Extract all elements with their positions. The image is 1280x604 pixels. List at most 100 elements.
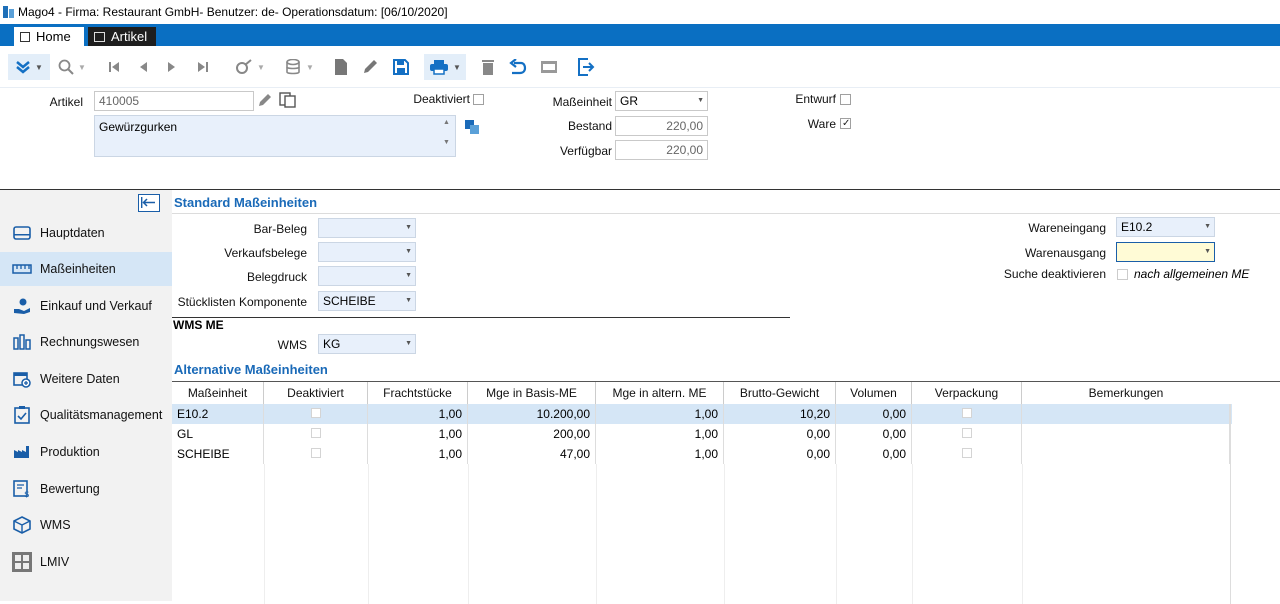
cell-masseinheit: SCHEIBE bbox=[172, 444, 264, 464]
svg-text:$: $ bbox=[24, 490, 30, 498]
wms-select[interactable]: KG ▼ bbox=[318, 334, 416, 354]
row-checkbox[interactable] bbox=[962, 448, 972, 458]
cell-brutto: 10,20 bbox=[724, 404, 836, 424]
deaktiviert-label: Deaktiviert bbox=[413, 92, 470, 106]
alternative-units-table: Maßeinheit Deaktiviert Frachtstücke Mge … bbox=[172, 381, 1280, 604]
artikel-field[interactable]: 410005 bbox=[94, 91, 254, 111]
stueckliste-select[interactable]: SCHEIBE ▼ bbox=[318, 291, 416, 311]
row-checkbox[interactable] bbox=[962, 408, 972, 418]
row-checkbox[interactable] bbox=[311, 408, 321, 418]
row-checkbox[interactable] bbox=[962, 428, 972, 438]
table-row[interactable]: GL 1,00 200,00 1,00 0,00 0,00 bbox=[172, 424, 1232, 444]
sidebar-item-wms[interactable]: WMS bbox=[0, 508, 172, 542]
next-record-button[interactable] bbox=[162, 54, 182, 80]
column-header[interactable]: Volumen bbox=[836, 382, 912, 404]
ware-checkbox[interactable] bbox=[840, 118, 851, 129]
wms-value: KG bbox=[323, 337, 341, 351]
sidebar-item-produktion[interactable]: Produktion bbox=[0, 435, 172, 469]
verkaufsbelege-select[interactable]: ▼ bbox=[318, 242, 416, 262]
column-header[interactable]: Verpackung bbox=[912, 382, 1022, 404]
ware-label: Ware bbox=[807, 117, 836, 131]
entwurf-checkbox[interactable] bbox=[840, 94, 851, 105]
row-checkbox[interactable] bbox=[311, 428, 321, 438]
translate-icon[interactable] bbox=[465, 120, 479, 134]
sidebar-item-lmiv[interactable]: LMIV bbox=[0, 545, 172, 579]
column-divider bbox=[1230, 404, 1231, 604]
sidebar-item-weitere-daten[interactable]: Weitere Daten bbox=[0, 362, 172, 396]
save-icon bbox=[393, 59, 409, 75]
masseinheit-label: Maßeinheit bbox=[552, 95, 612, 109]
bar-beleg-select[interactable]: ▼ bbox=[318, 218, 416, 238]
collapse-sidebar-button[interactable] bbox=[138, 194, 160, 212]
tools-button[interactable]: ▼ bbox=[230, 54, 270, 80]
table-row[interactable]: SCHEIBE 1,00 47,00 1,00 0,00 0,00 bbox=[172, 444, 1232, 464]
column-header[interactable]: Deaktiviert bbox=[264, 382, 368, 404]
accounting-icon bbox=[12, 333, 32, 351]
deaktiviert-checkbox[interactable] bbox=[473, 94, 484, 105]
verfuegbar-field[interactable]: 220,00 bbox=[615, 140, 708, 160]
description-field[interactable]: Gewürzgurken bbox=[94, 115, 456, 157]
entwurf-label: Entwurf bbox=[795, 92, 836, 106]
sidebar-item-qualitaetsmanagement[interactable]: Qualitätsmanagement bbox=[0, 398, 172, 432]
wms-label: WMS bbox=[277, 338, 307, 352]
tab-home[interactable]: Home bbox=[14, 27, 84, 46]
belegdruck-select[interactable]: ▼ bbox=[318, 266, 416, 286]
cell-frachtstuecke: 1,00 bbox=[368, 424, 468, 444]
bestand-field[interactable]: 220,00 bbox=[615, 116, 708, 136]
sidebar-item-rechnungswesen[interactable]: Rechnungswesen bbox=[0, 325, 172, 359]
edit-code-icon[interactable] bbox=[258, 93, 272, 107]
previous-record-button[interactable] bbox=[133, 54, 153, 80]
last-record-icon bbox=[198, 62, 208, 72]
calculator-button[interactable] bbox=[537, 54, 561, 80]
column-header[interactable]: Mge in Basis-ME bbox=[468, 382, 596, 404]
bestand-label: Bestand bbox=[567, 119, 612, 133]
masseinheit-select[interactable]: GR ▼ bbox=[615, 91, 708, 111]
table-row[interactable]: E10.2 1,00 10.200,00 1,00 10,20 0,00 bbox=[172, 404, 1232, 424]
print-button[interactable]: ▼ bbox=[424, 54, 466, 80]
column-header[interactable]: Maßeinheit bbox=[172, 382, 264, 404]
search-button[interactable]: ▼ bbox=[54, 54, 90, 80]
cell-verpackung bbox=[912, 444, 1022, 464]
warenausgang-label: Warenausgang bbox=[1025, 246, 1106, 260]
delete-button[interactable] bbox=[477, 54, 499, 80]
tab-artikel[interactable]: Artikel bbox=[88, 27, 156, 46]
scroll-arrows-icon[interactable]: ▲ ▼ bbox=[443, 118, 450, 148]
cell-brutto: 0,00 bbox=[724, 444, 836, 464]
column-divider bbox=[724, 464, 725, 604]
cell-altern: 1,00 bbox=[596, 424, 724, 444]
save-button[interactable] bbox=[388, 54, 414, 80]
cube-icon bbox=[12, 516, 32, 534]
copy-icon[interactable] bbox=[279, 92, 297, 108]
column-header[interactable]: Frachtstücke bbox=[368, 382, 468, 404]
row-checkbox[interactable] bbox=[311, 448, 321, 458]
sidebar-item-einkauf-verkauf[interactable]: Einkauf und Verkauf bbox=[0, 289, 172, 323]
column-header[interactable]: Mge in altern. ME bbox=[596, 382, 724, 404]
expand-menu-button[interactable]: ▼ bbox=[8, 54, 50, 80]
warenausgang-select[interactable]: ▼ bbox=[1116, 242, 1215, 262]
chevron-down-icon: ▼ bbox=[1204, 248, 1211, 255]
suche-deaktivieren-checkbox[interactable] bbox=[1117, 269, 1128, 280]
first-record-button[interactable] bbox=[104, 54, 124, 80]
sidebar-item-hauptdaten[interactable]: Hauptdaten bbox=[0, 216, 172, 250]
new-document-button[interactable] bbox=[330, 54, 352, 80]
edit-button[interactable] bbox=[358, 54, 382, 80]
database-button[interactable]: ▼ bbox=[280, 54, 320, 80]
chevron-down-icon: ▼ bbox=[405, 248, 412, 255]
wareneingang-select[interactable]: E10.2 ▼ bbox=[1116, 217, 1215, 237]
column-header[interactable]: Brutto-Gewicht bbox=[724, 382, 836, 404]
cell-verpackung bbox=[912, 424, 1022, 444]
column-divider bbox=[836, 464, 837, 604]
sidebar-item-masseinheiten[interactable]: Maßeinheiten bbox=[0, 252, 172, 286]
undo-button[interactable] bbox=[505, 54, 531, 80]
chevron-down-icon: ▼ bbox=[405, 272, 412, 279]
sidebar-item-bewertung[interactable]: $ Bewertung bbox=[0, 472, 172, 506]
cell-deaktiviert bbox=[264, 444, 368, 464]
tab-bar: Home Artikel bbox=[0, 24, 1280, 46]
home-tab-icon bbox=[20, 32, 30, 42]
first-record-icon bbox=[109, 62, 119, 72]
search-icon bbox=[58, 59, 74, 75]
cell-frachtstuecke: 1,00 bbox=[368, 404, 468, 424]
column-header[interactable]: Bemerkungen bbox=[1022, 382, 1230, 404]
exit-button[interactable] bbox=[574, 54, 598, 80]
last-record-button[interactable] bbox=[193, 54, 213, 80]
